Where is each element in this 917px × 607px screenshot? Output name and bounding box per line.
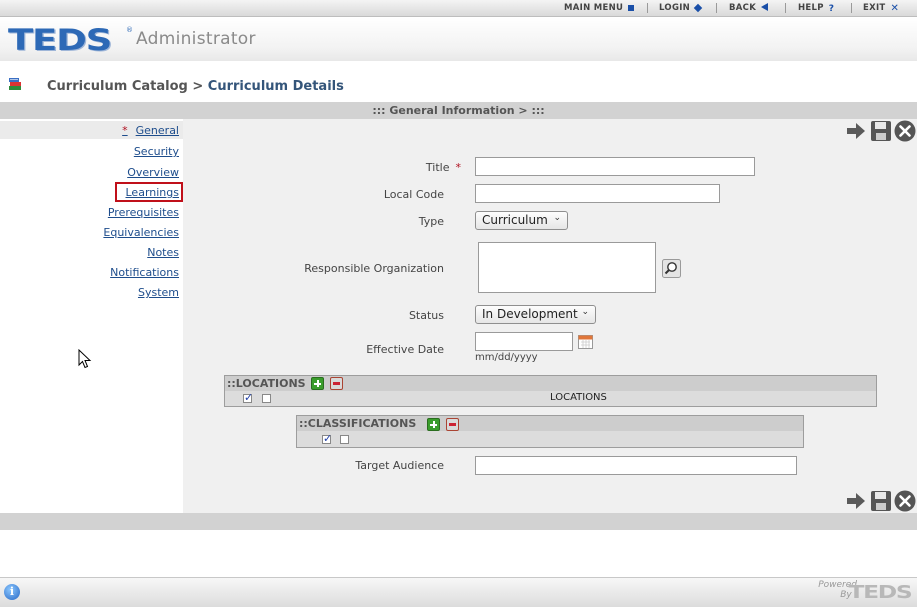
sidebar-item-notes[interactable]: Notes [147, 246, 179, 259]
select-all-classifications-checkbox[interactable] [322, 432, 332, 445]
main-menu-label: MAIN MENU [564, 3, 624, 13]
date-format-hint: mm/dd/yyyy [475, 352, 538, 363]
required-star: * [455, 161, 462, 174]
registered-mark: ® [126, 26, 133, 34]
login-link[interactable]: LOGIN [659, 3, 703, 13]
breadcrumb-separator: > [192, 79, 204, 94]
breadcrumb-current: Curriculum Details [207, 79, 344, 94]
nav-divider [716, 3, 717, 13]
locations-panel-title: ::LOCATIONS [227, 377, 306, 390]
local-code-input[interactable] [475, 184, 720, 203]
app-name: Administrator [136, 29, 256, 49]
stop-icon [628, 5, 635, 11]
help-link[interactable]: HELP? [798, 3, 834, 14]
sidebar-item-general[interactable]: * General [122, 124, 179, 137]
status-select[interactable]: In Development ⌄ [475, 305, 596, 324]
type-label: Type [418, 215, 444, 228]
back-label: BACK [729, 3, 757, 13]
login-label: LOGIN [659, 3, 691, 13]
mouse-cursor-icon [78, 349, 92, 369]
sidebar-item-prerequisites[interactable]: Prerequisites [108, 206, 179, 219]
remove-location-button[interactable] [330, 377, 343, 390]
close-x-icon[interactable] [894, 490, 916, 512]
sidebar-item-system[interactable]: System [138, 286, 179, 299]
app-header: TEDS ® Administrator [0, 17, 917, 61]
target-audience-label: Target Audience [355, 459, 444, 472]
help-label: HELP [798, 3, 824, 13]
learnings-highlight-box [115, 182, 183, 202]
exit-icon: ✕ [890, 3, 900, 14]
bottom-section-bar [0, 513, 917, 530]
select-all-locations-checkbox[interactable] [243, 391, 253, 404]
go-arrow-icon[interactable] [845, 121, 867, 141]
info-icon[interactable]: i [4, 584, 20, 600]
books-icon [9, 78, 21, 90]
classification-row-checkbox[interactable] [340, 435, 349, 444]
section-title: ::: General Information > ::: [372, 104, 545, 117]
add-location-button[interactable] [311, 377, 324, 390]
type-select[interactable]: Curriculum ⌄ [475, 211, 568, 230]
save-disk-icon[interactable] [870, 490, 892, 512]
magnifier-icon[interactable] [662, 259, 681, 278]
local-code-label: Local Code [383, 188, 444, 201]
title-label-text: Title [425, 161, 450, 174]
type-select-value: Curriculum [482, 213, 548, 227]
close-x-icon[interactable] [894, 120, 916, 142]
footer-teds-logo: TEDS [847, 582, 912, 603]
sidebar: * General Security Overview Learnings Pre… [0, 119, 183, 513]
classifications-panel: ::CLASSIFICATIONS [296, 415, 804, 448]
chevron-down-icon: ⌄ [553, 213, 561, 223]
status-select-value: In Development [482, 307, 578, 321]
add-classification-button[interactable] [427, 418, 440, 431]
exit-label: EXIT [863, 3, 886, 13]
help-icon: ? [828, 4, 835, 14]
responsible-organization-label: Responsible Organization [304, 262, 444, 275]
title-label: Title * [183, 161, 461, 174]
go-arrow-icon[interactable] [845, 491, 867, 511]
effective-date-input[interactable] [475, 332, 573, 351]
status-label: Status [408, 309, 444, 322]
nav-divider [647, 3, 648, 13]
teds-logo: TEDS [8, 23, 112, 57]
sidebar-item-overview[interactable]: Overview [127, 166, 179, 179]
sidebar-item-security[interactable]: Security [134, 145, 179, 158]
main-menu-link[interactable]: MAIN MENU [564, 3, 635, 13]
target-audience-input[interactable] [475, 456, 797, 475]
calendar-icon[interactable] [578, 335, 593, 349]
section-header-bar: ::: General Information > ::: [0, 102, 917, 119]
top-navigation-bar: MAIN MENU LOGIN BACK HELP? EXIT ✕ [0, 0, 917, 17]
nav-divider [851, 3, 852, 13]
nav-divider [785, 3, 786, 13]
responsible-organization-textarea[interactable] [478, 242, 656, 293]
footer: i Powered By TEDS [0, 577, 917, 607]
back-link[interactable]: BACK [729, 3, 769, 13]
sidebar-item-label: General [135, 124, 179, 137]
back-icon [761, 3, 769, 11]
exit-link[interactable]: EXIT ✕ [863, 3, 899, 14]
breadcrumb-parent[interactable]: Curriculum Catalog [47, 79, 188, 94]
locations-column-header: LOCATIONS [550, 392, 607, 403]
required-star: * [122, 124, 128, 137]
save-disk-icon[interactable] [870, 120, 892, 142]
sidebar-item-notifications[interactable]: Notifications [110, 266, 179, 279]
login-icon [693, 3, 703, 13]
classifications-panel-title: ::CLASSIFICATIONS [299, 417, 417, 430]
remove-classification-button[interactable] [446, 418, 459, 431]
sidebar-item-equivalencies[interactable]: Equivalencies [103, 226, 179, 239]
location-row-checkbox[interactable] [262, 394, 271, 403]
main-content: Title * Local Code Type Curriculum ⌄ Respo… [183, 119, 917, 513]
effective-date-label: Effective Date [366, 343, 444, 356]
title-input[interactable] [475, 157, 755, 176]
breadcrumb: Curriculum Catalog > Curriculum Details [47, 79, 344, 94]
chevron-down-icon: ⌄ [581, 307, 589, 317]
locations-panel: ::LOCATIONS LOCATIONS [224, 375, 877, 407]
